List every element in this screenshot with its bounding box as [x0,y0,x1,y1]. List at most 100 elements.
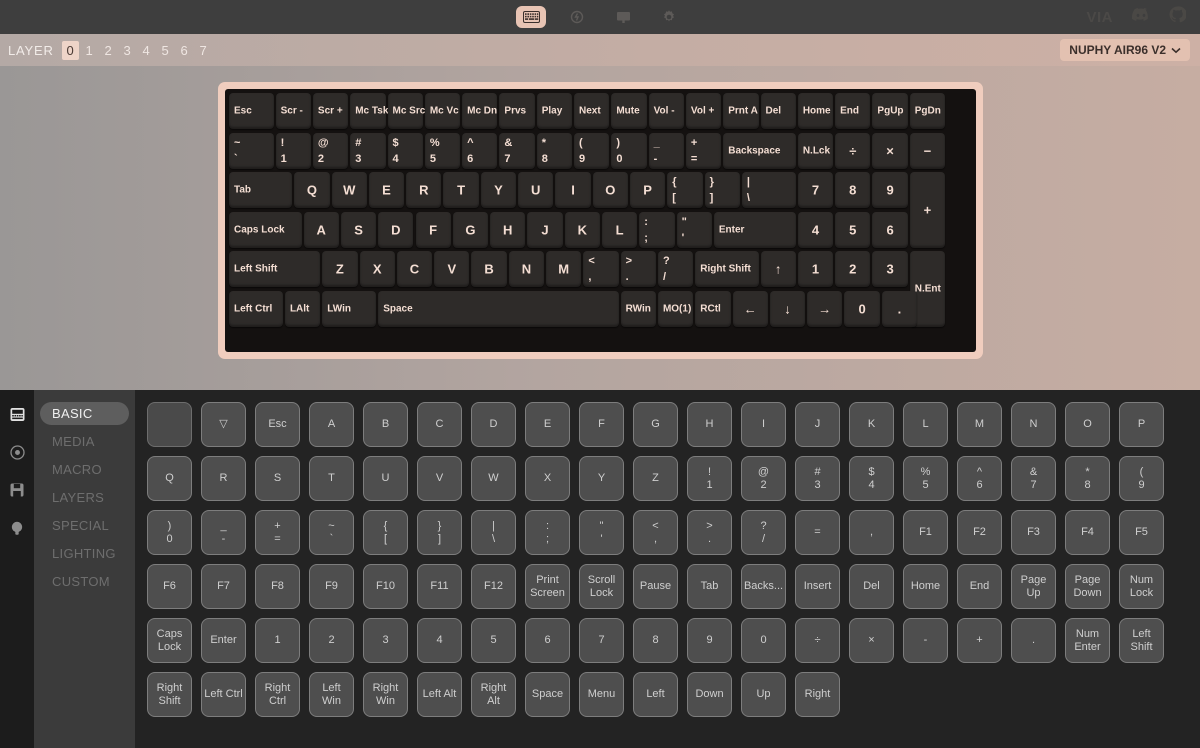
kb-key[interactable]: @2 [312,132,349,169]
picker-key[interactable]: Del [849,564,894,609]
picker-key[interactable]: 7 [579,618,624,663]
kb-key[interactable]: >. [620,251,656,288]
kb-key[interactable]: Enter [713,211,796,248]
picker-key[interactable]: Right Win [363,672,408,717]
picker-key[interactable]: Page Up [1011,564,1056,609]
keyboard-icon[interactable] [516,6,546,28]
picker-key[interactable]: A [309,402,354,447]
display-icon[interactable] [608,6,638,28]
picker-key[interactable]: Y [579,456,624,501]
kb-key[interactable]: R [406,172,442,209]
kb-key[interactable]: 4 [797,211,834,248]
kb-key[interactable]: 7 [797,172,834,209]
picker-key[interactable]: * 8 [1065,456,1110,501]
kb-key[interactable]: Prnt A [723,93,759,129]
tab-special[interactable]: SPECIAL [40,514,129,537]
picker-key[interactable]: End [957,564,1002,609]
kb-key[interactable]: + = [685,132,722,169]
kb-key[interactable]: Left Ctrl [229,291,283,327]
picker-key[interactable]: ÷ [795,618,840,663]
picker-key[interactable]: Caps Lock [147,618,192,663]
picker-key[interactable]: 8 [633,618,678,663]
picker-key[interactable]: 3 [363,618,408,663]
kb-key[interactable]: 3 [872,251,908,288]
picker-key[interactable]: E [525,402,570,447]
kb-key[interactable]: ← [732,291,768,327]
picker-key[interactable]: Space [525,672,570,717]
kb-key[interactable]: RCtl [695,291,731,327]
picker-key[interactable]: G [633,402,678,447]
picker-key[interactable]: Num Enter [1065,618,1110,663]
kb-key[interactable]: Backspace [723,132,796,169]
kb-key[interactable]: ? / [657,251,694,288]
kb-key[interactable]: :; [639,211,675,248]
kb-key[interactable]: P [629,172,666,209]
record-rail-icon[interactable] [7,442,27,462]
picker-key[interactable]: ~ ` [309,510,354,555]
picker-key[interactable]: H [687,402,732,447]
kb-key[interactable]: Space [378,291,619,327]
layer-button-1[interactable]: 1 [81,41,98,60]
kb-key[interactable]: 5 [835,211,871,248]
kb-key[interactable]: Q [294,172,330,209]
kb-key[interactable]: Mc Src [387,93,425,129]
kb-key[interactable]: RWin [620,291,656,327]
kb-key[interactable]: Del [760,93,796,129]
picker-key[interactable]: T [309,456,354,501]
lightning-icon[interactable] [562,6,592,28]
picker-key[interactable]: Left Alt [417,672,462,717]
picker-key[interactable]: B [363,402,408,447]
kb-key[interactable]: % 5 [424,132,461,169]
picker-key[interactable]: Right Shift [147,672,192,717]
kb-key[interactable]: " ' [676,211,712,248]
kb-key[interactable]: Mc Tsk [350,93,388,129]
picker-key[interactable]: $4 [849,456,894,501]
kb-key[interactable]: {[ [667,172,703,209]
kb-key[interactable]: F [415,211,451,248]
picker-key[interactable]: Up [741,672,786,717]
picker-key[interactable]: 1 [255,618,300,663]
picker-key[interactable]: F8 [255,564,300,609]
picker-key[interactable]: M [957,402,1002,447]
picker-key[interactable]: _ - [201,510,246,555]
kb-key[interactable]: ÷ [835,132,871,169]
kb-key[interactable]: V [434,251,470,288]
kb-key[interactable]: Esc [229,93,274,129]
picker-key[interactable]: O [1065,402,1110,447]
layer-button-3[interactable]: 3 [119,41,136,60]
kb-key[interactable]: Tab [229,172,293,209]
kb-key[interactable]: Vol - [648,93,684,129]
picker-key[interactable]: J [795,402,840,447]
picker-key[interactable]: V [417,456,462,501]
picker-key[interactable]: Q [147,456,192,501]
picker-key[interactable]: Scroll Lock [579,564,624,609]
picker-key[interactable]: Print Screen [525,564,570,609]
picker-key[interactable]: F6 [147,564,192,609]
kb-key[interactable]: B [471,251,507,288]
kb-key[interactable]: O [592,172,628,209]
tab-macro[interactable]: MACRO [40,458,129,481]
kb-key[interactable]: + [909,172,946,248]
picker-key[interactable]: ) 0 [147,510,192,555]
picker-key[interactable]: F3 [1011,510,1056,555]
kb-key[interactable]: N [508,251,545,288]
kb-key[interactable]: J [527,211,563,248]
picker-key[interactable]: + = [255,510,300,555]
kb-key[interactable]: S [340,211,377,248]
picker-key[interactable]: N [1011,402,1056,447]
picker-key[interactable]: F5 [1119,510,1164,555]
kb-key[interactable]: #3 [350,132,386,169]
picker-key[interactable]: Left Win [309,672,354,717]
kb-key[interactable]: Vol + [685,93,722,129]
kb-key[interactable]: MO(1) [657,291,694,327]
picker-key[interactable]: D [471,402,516,447]
picker-key[interactable]: F [579,402,624,447]
picker-key[interactable]: Tab [687,564,732,609]
picker-key[interactable]: Z [633,456,678,501]
picker-key[interactable]: × [849,618,894,663]
picker-key[interactable]: & 7 [1011,456,1056,501]
kb-key[interactable]: Home [797,93,834,129]
kb-key[interactable]: Next [574,93,610,129]
bulb-rail-icon[interactable] [7,518,27,538]
picker-key[interactable]: Left Shift [1119,618,1164,663]
